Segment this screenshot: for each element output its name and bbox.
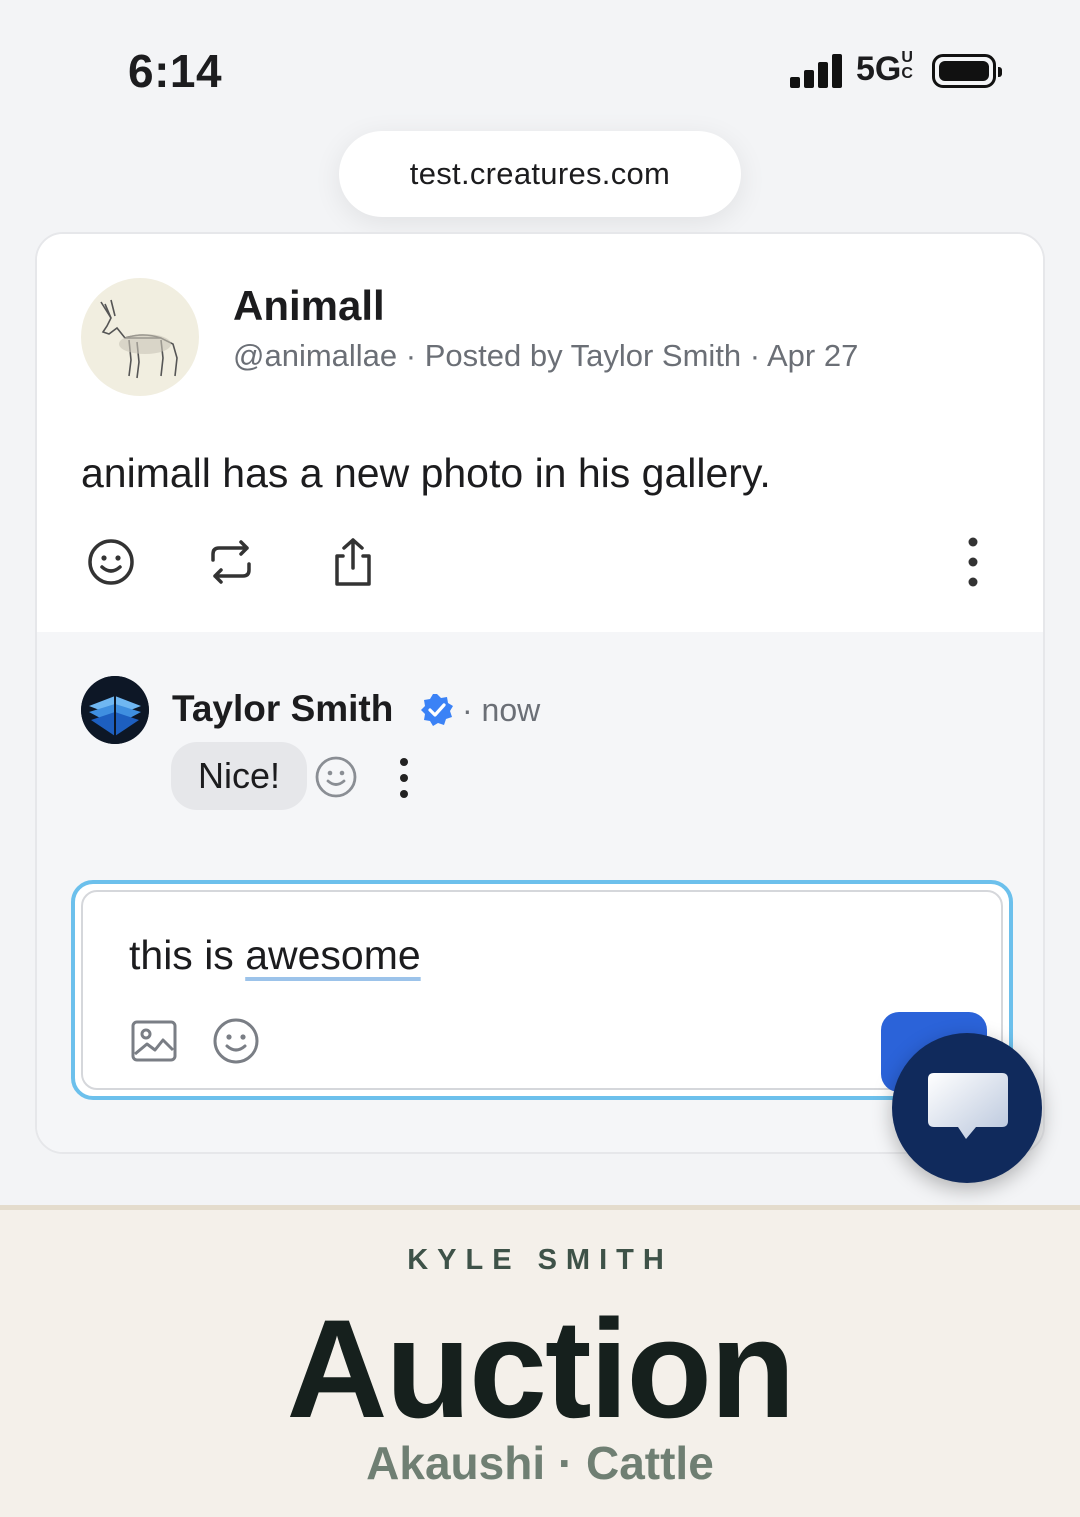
signal-icon xyxy=(790,54,844,88)
emoji-icon[interactable] xyxy=(211,1016,261,1066)
auction-subtitle: Akaushi · Cattle xyxy=(366,1437,714,1489)
post-meta: @animallae · Posted by Taylor Smith · Ap… xyxy=(233,338,859,373)
post: Animall @animallae · Posted by Taylor Sm… xyxy=(37,234,1043,634)
comment-bubble: Nice! xyxy=(171,742,307,810)
comment-text: Nice! xyxy=(197,755,281,796)
url-text: test.creatures.com xyxy=(409,156,671,191)
repost-icon[interactable] xyxy=(203,534,259,590)
chat-fab-button[interactable] xyxy=(892,1033,1042,1183)
share-icon[interactable] xyxy=(325,534,381,590)
battery-icon xyxy=(932,54,1002,88)
composer-text[interactable]: this is awesome xyxy=(129,932,421,979)
donkey-avatar[interactable] xyxy=(81,278,199,396)
status-time: 6:14 xyxy=(128,45,223,97)
chat-bubble-icon xyxy=(928,1073,1008,1139)
comment-react-icon[interactable] xyxy=(313,754,359,800)
post-author-name[interactable]: Animall xyxy=(233,282,385,330)
url-bar[interactable]: test.creatures.com xyxy=(339,131,741,217)
comment-composer[interactable]: this is awesome xyxy=(71,880,1013,1100)
comment-time: · now xyxy=(462,692,541,728)
seller-name: KYLE SMITH xyxy=(407,1244,673,1276)
network-indicator: 5GUC xyxy=(856,49,913,89)
comment-more-icon[interactable] xyxy=(389,756,419,800)
post-text: animall has a new photo in his gallery. xyxy=(81,450,771,496)
comment-input[interactable]: this is awesome xyxy=(81,890,1003,1090)
auction-footer: KYLE SMITH Auction Akaushi · Cattle xyxy=(0,1205,1080,1517)
auction-title: Auction xyxy=(286,1290,795,1447)
verified-badge-icon xyxy=(421,694,453,726)
smiley-icon[interactable] xyxy=(83,534,139,590)
comment-author-name[interactable]: Taylor Smith xyxy=(172,688,393,730)
more-vertical-icon[interactable] xyxy=(945,534,1001,590)
status-bar: 6:14 5GUC xyxy=(0,0,1080,130)
taylor-smith-avatar[interactable] xyxy=(81,676,149,744)
image-icon[interactable] xyxy=(129,1016,179,1066)
